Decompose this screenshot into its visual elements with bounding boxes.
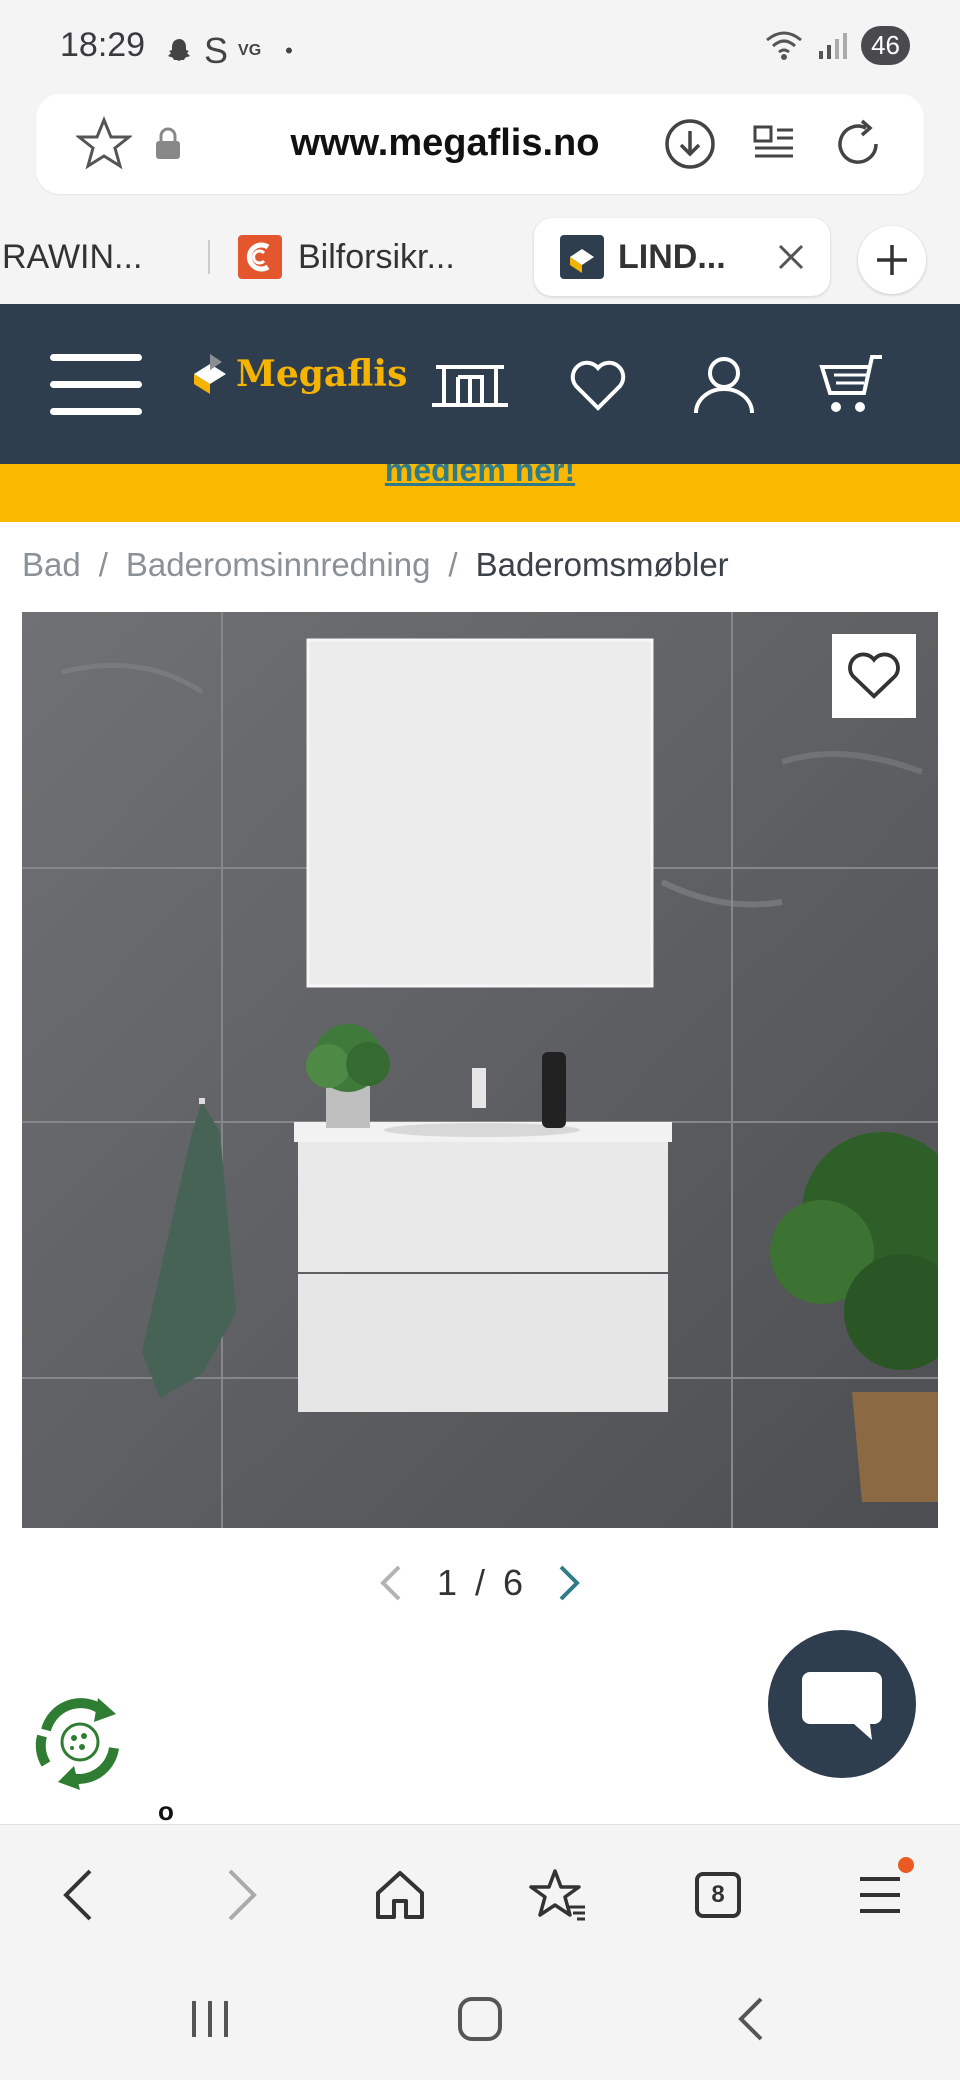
tab-1[interactable]: RAWIN... xyxy=(2,218,142,296)
browser-toolbar: 8 xyxy=(0,1824,960,1954)
forward-icon[interactable] xyxy=(202,1855,282,1935)
promo-link[interactable]: medlem her! xyxy=(0,464,960,489)
menu-icon[interactable] xyxy=(50,354,142,416)
megaflis-site-icon xyxy=(560,235,604,279)
recycle-badge: o xyxy=(158,1796,174,1826)
home-icon[interactable] xyxy=(440,1984,520,2054)
menu-icon[interactable] xyxy=(840,1855,920,1935)
recycle-icon[interactable] xyxy=(24,1686,136,1798)
tab-1-label: RAWIN... xyxy=(2,237,143,276)
status-right: 46 xyxy=(765,26,910,65)
heart-icon[interactable] xyxy=(558,350,638,420)
chat-bubble-icon xyxy=(802,1672,882,1740)
url-bar[interactable]: www.megaflis.no xyxy=(36,94,924,194)
tab-strip: RAWIN... Bilforsikr... LIND... xyxy=(0,212,960,302)
megaflis-logo[interactable]: Megaflis xyxy=(190,352,407,396)
download-icon[interactable] xyxy=(658,112,722,176)
pager-separator: / xyxy=(474,1562,485,1603)
wifi-icon xyxy=(766,31,803,60)
breadcrumb: Bad / Baderomsinnredning / Baderomsmøble… xyxy=(22,546,729,584)
new-tab-button[interactable] xyxy=(858,226,926,294)
snapchat-icon xyxy=(168,39,190,61)
breadcrumb-separator: / xyxy=(448,546,458,583)
pager-current: 1 xyxy=(436,1562,457,1603)
signal-icon xyxy=(819,32,848,59)
logo-text: Megaflis xyxy=(236,353,408,395)
tab-2-label: Bilforsikr... xyxy=(298,237,455,276)
favorite-button[interactable] xyxy=(832,634,916,718)
tab-count: 8 xyxy=(695,1872,741,1918)
promo-banner: medlem her! xyxy=(0,464,960,522)
s-notification-glyph: S xyxy=(204,30,229,71)
chat-button[interactable] xyxy=(768,1630,916,1778)
notification-dot xyxy=(898,1857,914,1873)
logo-mark-icon xyxy=(194,354,226,394)
chevron-right-icon[interactable] xyxy=(555,1563,585,1603)
more-notifications-dot: • xyxy=(285,38,293,63)
home-icon[interactable] xyxy=(360,1855,440,1935)
battery-indicator: 46 xyxy=(861,26,910,65)
vg-notification-glyph: VG xyxy=(238,42,262,59)
pager-total: 6 xyxy=(503,1562,524,1603)
heart-icon xyxy=(848,652,900,699)
product-image[interactable] xyxy=(22,612,938,1528)
close-tab-icon[interactable] xyxy=(776,242,806,272)
breadcrumb-separator: / xyxy=(98,546,108,583)
plus-icon xyxy=(877,245,907,275)
tab-active[interactable]: LIND... xyxy=(534,218,830,296)
tabs-icon[interactable]: 8 xyxy=(678,1855,758,1935)
system-nav-bar xyxy=(0,1954,960,2080)
cart-icon[interactable] xyxy=(812,350,892,420)
reload-icon[interactable] xyxy=(826,112,890,176)
reader-icon[interactable] xyxy=(742,112,806,176)
showroom-icon[interactable] xyxy=(430,350,510,420)
bookmarks-icon[interactable] xyxy=(518,1855,598,1935)
tab-2[interactable]: Bilforsikr... xyxy=(238,218,455,296)
status-bar: 18:29 S VG • 46 xyxy=(0,0,960,96)
breadcrumb-baderomsinnredning[interactable]: Baderomsinnredning xyxy=(126,546,431,584)
carbon-site-icon xyxy=(238,235,282,279)
breadcrumb-bad[interactable]: Bad xyxy=(22,546,81,584)
back-icon[interactable] xyxy=(710,1984,790,2054)
product-page: Bad / Baderomsinnredning / Baderomsmøble… xyxy=(0,522,960,1826)
tab-separator xyxy=(208,240,210,274)
site-header: Megaflis xyxy=(0,304,960,464)
image-pager: 1 / 6 xyxy=(0,1562,960,1604)
bathroom-scene xyxy=(22,612,938,1528)
user-icon[interactable] xyxy=(684,350,764,420)
back-icon[interactable] xyxy=(38,1855,118,1935)
recents-icon[interactable] xyxy=(170,1984,250,2054)
status-notification-icons: S VG • xyxy=(164,30,293,72)
chevron-left-icon[interactable] xyxy=(375,1563,405,1603)
breadcrumb-current: Baderomsmøbler xyxy=(475,546,729,583)
tab-active-label: LIND... xyxy=(618,237,726,276)
status-time: 18:29 xyxy=(60,26,146,64)
